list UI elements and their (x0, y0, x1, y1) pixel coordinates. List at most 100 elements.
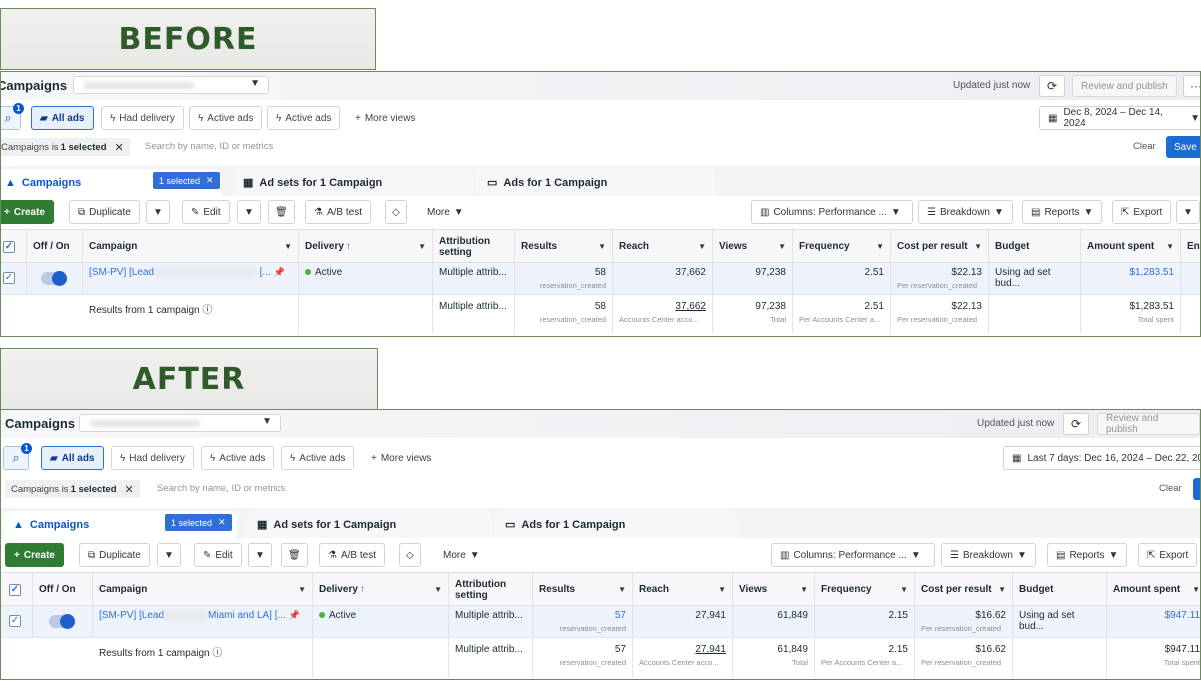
close-icon[interactable]: ✕ (125, 483, 134, 496)
campaign-toggle[interactable] (41, 271, 67, 286)
header-results[interactable]: Results ▼ (515, 230, 613, 264)
create-button[interactable]: + Create (5, 543, 64, 567)
date-range-picker[interactable]: ▦ Dec 8, 2024 – Dec 14, 2024 ▼ (1039, 106, 1200, 130)
columns-button[interactable]: ▥ Columns: Performance ... ▼ (771, 543, 935, 567)
search-button[interactable]: ⌕ 1 (3, 443, 32, 470)
breakdown-button[interactable]: ☰ Breakdown ▼ (941, 543, 1036, 567)
info-icon[interactable]: ⓘ (202, 305, 212, 316)
header-frequency[interactable]: Frequency ▼ (815, 573, 915, 607)
header-cpr[interactable]: Cost per result ▼ (891, 230, 989, 264)
save-button[interactable]: Save (1166, 136, 1200, 158)
amount-cell[interactable]: $1,283.51 (1081, 263, 1181, 295)
view-all-ads[interactable]: ▰ All ads (41, 446, 104, 470)
campaign-filter-chip[interactable]: Campaigns is 1 selected ✕ (1, 138, 130, 156)
view-active-ads-1[interactable]: ϟ Active ads (201, 446, 275, 470)
header-frequency[interactable]: Frequency ▼ (793, 230, 891, 264)
header-reach[interactable]: Reach ▼ (633, 573, 733, 607)
view-active-ads-2[interactable]: ϟ Active ads (281, 446, 355, 470)
duplicate-dropdown[interactable]: ▼ (157, 543, 181, 567)
select-all-checkbox[interactable]: ✓ (9, 584, 21, 596)
close-icon[interactable]: ✕ (115, 141, 124, 154)
export-dropdown[interactable]: ▼ (1176, 200, 1200, 224)
campaign-filter-chip[interactable]: Campaigns is 1 selected ✕ (5, 480, 140, 498)
row-checkbox[interactable]: ✓ (9, 615, 21, 627)
export-button[interactable]: ⇱ Export (1112, 200, 1172, 224)
more-views-button[interactable]: + More views (363, 446, 439, 470)
row-toggle-cell[interactable] (33, 606, 93, 638)
table-row[interactable]: ✓ [SM-PV] [Lead Miami and LA] [... 📌 Acti… (1, 606, 1200, 638)
more-views-button[interactable]: + More views (347, 106, 423, 130)
header-views[interactable]: Views ▼ (733, 573, 815, 607)
more-button[interactable]: More ▼ (419, 200, 472, 224)
pin-icon[interactable]: 📌 (274, 267, 285, 277)
campaign-toggle[interactable] (49, 614, 75, 629)
selected-chip[interactable]: 1 selected ✕ (153, 172, 220, 189)
view-had-delivery[interactable]: ϟ Had delivery (101, 106, 184, 130)
header-campaign[interactable]: Campaign ▼ (83, 230, 299, 264)
duplicate-button[interactable]: ⧉ Duplicate (79, 543, 150, 567)
row-toggle-cell[interactable] (27, 263, 83, 295)
row-select-cell[interactable]: ✓ (1, 263, 27, 295)
delete-button[interactable]: 🗑 (268, 200, 295, 224)
tab-adsets[interactable]: ▦ Ad sets for 1 Campaign (233, 169, 473, 196)
view-had-delivery[interactable]: ϟ Had delivery (111, 446, 194, 470)
select-all-checkbox[interactable]: ✓ (3, 241, 15, 253)
header-delivery[interactable]: Delivery ↑ ▼ (313, 573, 449, 607)
search-input[interactable]: Search by name, ID or metrics (145, 141, 273, 152)
header-views[interactable]: Views ▼ (713, 230, 793, 264)
header-reach[interactable]: Reach ▼ (613, 230, 713, 264)
edit-button[interactable]: ✎ Edit (182, 200, 230, 224)
campaign-name[interactable]: [SM-PV] [Lead Miami and LA] [... 📌 (93, 606, 313, 638)
tab-adsets[interactable]: ▦ Ad sets for 1 Campaign (247, 511, 491, 538)
more-options-button[interactable]: ··· (1183, 75, 1200, 97)
date-range-picker[interactable]: ▦ Last 7 days: Dec 16, 2024 – Dec 22, 20 (1003, 446, 1200, 470)
edit-dropdown[interactable]: ▼ (248, 543, 272, 567)
tag-button[interactable]: ◇ (399, 543, 421, 567)
reports-button[interactable]: ▤ Reports ▼ (1022, 200, 1103, 224)
reports-button[interactable]: ▤ Reports ▼ (1047, 543, 1128, 567)
row-checkbox[interactable]: ✓ (3, 272, 15, 284)
account-selector[interactable]: ▼ (73, 76, 269, 94)
select-all-cell[interactable]: ✓ (1, 230, 27, 264)
tab-ads[interactable]: ▭ Ads for 1 Campaign (495, 511, 737, 538)
pin-icon[interactable]: 📌 (289, 610, 300, 620)
delete-button[interactable]: 🗑 (281, 543, 308, 567)
duplicate-button[interactable]: ⧉ Duplicate (69, 200, 140, 224)
duplicate-dropdown[interactable]: ▼ (146, 200, 170, 224)
header-delivery[interactable]: Delivery ↑ ▼ (299, 230, 433, 264)
edit-dropdown[interactable]: ▼ (237, 200, 261, 224)
create-button[interactable]: + Create (1, 200, 54, 224)
view-active-ads-2[interactable]: ϟ Active ads (267, 106, 341, 130)
tag-button[interactable]: ◇ (385, 200, 407, 224)
view-all-ads[interactable]: ▰ All ads (31, 106, 94, 130)
campaign-name[interactable]: [SM-PV] [Lead [... 📌 (83, 263, 299, 295)
header-campaign[interactable]: Campaign ▼ (93, 573, 313, 607)
tab-ads[interactable]: ▭ Ads for 1 Campaign (477, 169, 715, 196)
results-value[interactable]: 57 (615, 610, 626, 621)
columns-button[interactable]: ▥ Columns: Performance ... ▼ (751, 200, 913, 224)
clear-button[interactable]: Clear (1159, 483, 1182, 494)
header-amount[interactable]: Amount spent ▼ (1081, 230, 1181, 264)
table-row[interactable]: ✓ [SM-PV] [Lead [... 📌 Active Multiple a… (1, 263, 1200, 295)
select-all-cell[interactable]: ✓ (1, 573, 33, 607)
close-icon[interactable]: ✕ (206, 175, 214, 186)
amount-cell[interactable]: $947.11 (1107, 606, 1200, 638)
summary-reach[interactable]: 37,662 (675, 301, 706, 312)
review-publish-button[interactable]: Review and publish (1072, 75, 1177, 97)
clear-button[interactable]: Clear (1133, 141, 1156, 152)
refresh-button[interactable]: ⟳ (1063, 413, 1089, 435)
ab-test-button[interactable]: ⚗ A/B test (305, 200, 371, 224)
row-select-cell[interactable]: ✓ (1, 606, 33, 638)
header-results[interactable]: Results ▼ (533, 573, 633, 607)
more-button[interactable]: More ▼ (435, 543, 488, 567)
export-button[interactable]: ⇱ Export (1138, 543, 1198, 567)
header-amount[interactable]: Amount spent ▼ (1107, 573, 1200, 607)
refresh-button[interactable]: ⟳ (1039, 75, 1065, 97)
ab-test-button[interactable]: ⚗ A/B test (319, 543, 385, 567)
save-button[interactable] (1193, 478, 1200, 500)
edit-button[interactable]: ✎ Edit (194, 543, 242, 567)
review-publish-button[interactable]: Review and publish (1097, 413, 1200, 435)
info-icon[interactable]: ⓘ (212, 648, 222, 659)
search-button[interactable]: ⌕ 1 (1, 103, 24, 130)
view-active-ads-1[interactable]: ϟ Active ads (189, 106, 263, 130)
